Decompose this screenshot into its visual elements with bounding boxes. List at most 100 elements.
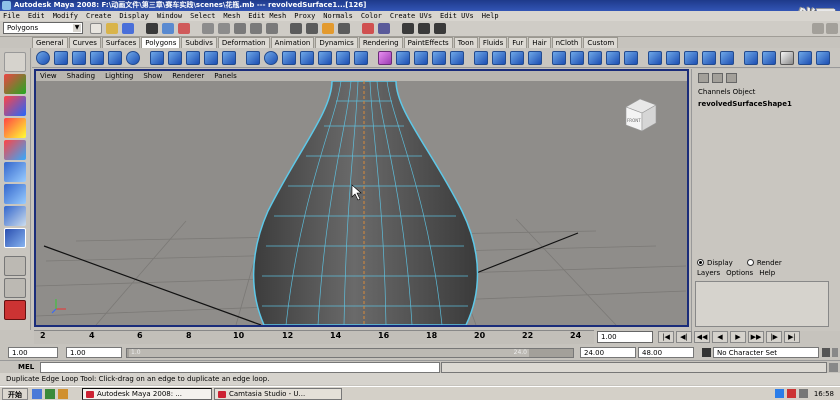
explorer-quicklaunch-icon[interactable] [58,388,68,399]
shelf-tab-surfaces[interactable]: Surfaces [101,37,141,48]
poly-plane-icon[interactable] [108,51,122,65]
select-by-component-icon[interactable] [178,23,190,34]
shelf-tab-toon[interactable]: Toon [453,37,478,48]
shelf-tab-custom[interactable]: Custom [583,37,619,48]
snap-point-icon[interactable] [322,23,334,34]
poly-mirror-icon[interactable] [186,51,200,65]
history-icon[interactable] [362,23,374,34]
save-scene-icon[interactable] [122,23,134,34]
soften-edge-icon[interactable] [744,51,758,65]
network-tray-icon[interactable] [774,389,784,398]
layer-list[interactable] [695,281,829,327]
poly-reduce-icon[interactable] [222,51,236,65]
shelf-tab-rendering[interactable]: Rendering [358,37,403,48]
animation-preferences-icon[interactable] [832,348,838,357]
shelf-tab-polygons[interactable]: Polygons [141,37,181,48]
duplicate-face-icon[interactable] [624,51,638,65]
animation-end-field[interactable]: 48.00 [638,347,694,358]
construction-history-icon[interactable] [378,23,390,34]
poly-cone-icon[interactable] [90,51,104,65]
step-forward-key-icon[interactable]: ▶▶ [748,331,764,343]
vertex-mask-icon[interactable] [234,23,246,34]
recording-tray-icon[interactable] [786,389,796,398]
time-slider[interactable]: 2 4 6 8 10 12 14 16 18 20 22 24 [34,330,594,344]
shelf-tab-hair[interactable]: Hair [528,37,551,48]
ipr-render-icon[interactable] [418,23,430,34]
pick-mask-icon[interactable] [218,23,230,34]
panel-menu-view[interactable]: View [40,71,57,81]
collapse-icon[interactable] [570,51,584,65]
planar-mapping-icon[interactable] [396,51,410,65]
range-slider[interactable]: 1.0 24.0 [126,348,574,358]
shelf-tab-animation[interactable]: Animation [270,37,315,48]
open-scene-icon[interactable] [106,23,118,34]
panel-menu-lighting[interactable]: Lighting [105,71,133,81]
step-back-icon[interactable]: ◀| [676,331,692,343]
browser-quicklaunch-icon[interactable] [45,388,55,399]
offset-edge-loop-icon[interactable] [354,51,368,65]
show-manipulator-icon[interactable] [4,206,26,226]
menu-file[interactable]: File [3,11,20,21]
render-current-frame-icon[interactable] [402,23,414,34]
menu-create[interactable]: Create [86,11,111,21]
poke-face-icon[interactable] [588,51,602,65]
insert-edge-loop-icon[interactable] [336,51,350,65]
fill-hole-icon[interactable] [684,51,698,65]
poly-combine-icon[interactable] [150,51,164,65]
range-slider-handle[interactable]: 1.0 24.0 [129,349,529,357]
poly-separate-icon[interactable] [168,51,182,65]
auto-key-icon[interactable] [822,348,830,357]
select-by-hierarchy-icon[interactable] [146,23,158,34]
split-polygon-icon[interactable] [318,51,332,65]
shelf-tab-subdivs[interactable]: Subdivs [181,37,217,48]
menu-help[interactable]: Help [482,11,499,21]
render-settings-icon[interactable] [434,23,446,34]
menu-edit[interactable]: Edit [28,11,45,21]
chamfer-vertex-icon[interactable] [492,51,506,65]
shelf-tab-ncloth[interactable]: nCloth [551,37,583,48]
merge-vertices-icon[interactable] [510,51,524,65]
harden-edge-icon[interactable] [762,51,776,65]
layer-editor-icon[interactable] [712,73,723,83]
edge-mask-icon[interactable] [250,23,262,34]
panel-menu-shading[interactable]: Shading [67,71,95,81]
step-forward-icon[interactable]: |▶ [766,331,782,343]
menu-modify[interactable]: Modify [53,11,78,21]
poly-sphere-icon[interactable] [36,51,50,65]
viewport-scene[interactable]: FRONT [36,81,687,325]
attribute-editor-toggle-icon[interactable] [826,23,838,34]
rotate-tool-icon[interactable] [4,118,26,138]
channel-box-icon[interactable] [698,73,709,83]
attribute-editor-icon[interactable] [726,73,737,83]
shelf-tab-curves[interactable]: Curves [68,37,101,48]
shelf-tab-fluids[interactable]: Fluids [478,37,508,48]
menu-proxy[interactable]: Proxy [294,11,315,21]
animation-start-field[interactable]: 1.00 [8,347,58,358]
mel-label[interactable]: MEL [18,363,34,371]
make-hole-icon[interactable] [702,51,716,65]
single-perspective-layout-icon[interactable] [4,256,26,276]
move-tool-icon[interactable] [4,96,26,116]
play-forwards-icon[interactable]: ▶ [730,331,746,343]
character-set-field[interactable]: No Character Set [713,347,819,358]
desktop-quicklaunch-icon[interactable] [32,388,42,399]
scale-tool-icon[interactable] [4,140,26,160]
layer-menu-options[interactable]: Options [726,269,753,277]
snap-view-plane-icon[interactable] [338,23,350,34]
shelf-tab-general[interactable]: General [32,37,68,48]
display-layer-radio[interactable]: Display [697,258,733,267]
persp-outliner-layout-icon[interactable] [4,278,26,298]
panel-menu-panels[interactable]: Panels [214,71,237,81]
spherical-mapping-icon[interactable] [432,51,446,65]
menu-window[interactable]: Window [157,11,182,21]
soft-modification-icon[interactable] [4,184,26,204]
layer-menu-help[interactable]: Help [759,269,775,277]
menu-select[interactable]: Select [190,11,215,21]
character-set-icon[interactable] [702,348,711,357]
graph-editor-layout-icon[interactable] [4,300,26,320]
poly-cube-icon[interactable] [54,51,68,65]
menu-display[interactable]: Display [119,11,149,21]
wedge-face-icon[interactable] [606,51,620,65]
cut-faces-icon[interactable] [720,51,734,65]
extrude-icon[interactable] [246,51,260,65]
